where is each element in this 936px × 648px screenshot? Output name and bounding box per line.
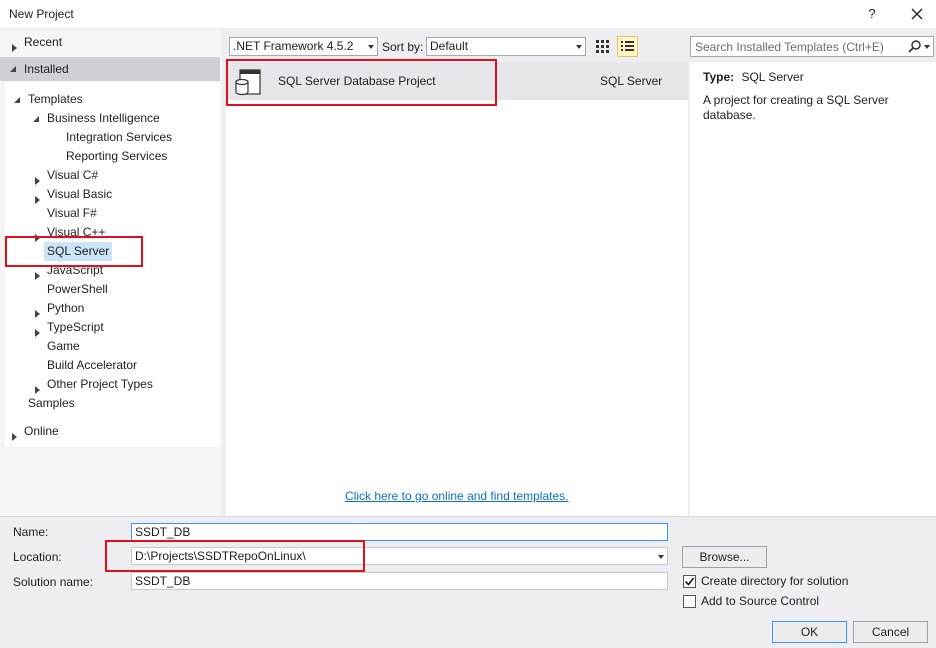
create-directory-checkbox[interactable]: [683, 575, 696, 588]
nav-item-visual-fsharp[interactable]: Visual F#: [47, 204, 97, 223]
nav-online[interactable]: Online: [0, 422, 220, 441]
close-button[interactable]: [906, 3, 928, 25]
solution-name-input[interactable]: SSDT_DB: [131, 572, 668, 590]
sort-value: Default: [430, 39, 469, 53]
add-to-source-control-label: Add to Source Control: [701, 594, 820, 608]
medium-icons-view-button[interactable]: [593, 36, 613, 56]
expand-arrow-icon[interactable]: [35, 191, 40, 210]
nav-item-build-accelerator[interactable]: Build Accelerator: [47, 356, 137, 375]
framework-dropdown[interactable]: .NET Framework 4.5.2: [229, 37, 378, 56]
nav-templates-label: Templates: [28, 92, 83, 106]
name-input[interactable]: SSDT_DB: [131, 523, 668, 541]
cancel-button[interactable]: Cancel: [853, 621, 928, 643]
template-category: SQL Server: [600, 74, 663, 88]
nav-templates[interactable]: Templates: [0, 90, 220, 109]
nav-recent[interactable]: Recent: [0, 33, 220, 52]
solution-name-label: Solution name:: [13, 575, 94, 589]
nav-item-business-intelligence[interactable]: Business Intelligence: [0, 109, 220, 128]
grid-view-icon: [596, 40, 609, 53]
checkmark-icon: [684, 577, 695, 586]
nav-installed-label: Installed: [24, 62, 69, 76]
highlight-box-sql-server: [5, 236, 143, 267]
find-templates-online-link[interactable]: Click here to go online and find templat…: [345, 489, 568, 503]
nav-item-visual-csharp[interactable]: Visual C#: [0, 166, 220, 185]
collapse-arrow-icon[interactable]: [9, 65, 17, 73]
nav-item-powershell[interactable]: PowerShell: [47, 280, 108, 299]
nav-online-label: Online: [24, 424, 59, 438]
expand-arrow-icon[interactable]: [35, 267, 40, 286]
highlight-box-template: [226, 59, 497, 106]
nav-item-label: Business Intelligence: [47, 111, 160, 125]
sort-label: Sort by:: [382, 40, 424, 54]
collapse-arrow-icon[interactable]: [32, 115, 40, 123]
window-title: New Project: [9, 7, 74, 21]
nav-recent-label: Recent: [24, 35, 63, 49]
nav-item-reporting-services[interactable]: Reporting Services: [66, 147, 167, 166]
title-bar: New Project ?: [0, 0, 936, 28]
expand-arrow-icon[interactable]: [12, 428, 17, 447]
type-label: Type:: [703, 70, 735, 84]
chevron-down-icon: [368, 45, 374, 49]
nav-item-game[interactable]: Game: [47, 337, 80, 356]
chevron-down-icon: [576, 45, 582, 49]
nav-installed[interactable]: Installed: [0, 57, 220, 81]
expand-arrow-icon[interactable]: [35, 324, 40, 343]
nav-item-typescript[interactable]: TypeScript: [0, 318, 220, 337]
location-label: Location:: [13, 550, 62, 564]
small-icons-view-button[interactable]: [617, 36, 638, 57]
search-templates-field[interactable]: Search Installed Templates (Ctrl+E): [690, 36, 934, 57]
template-navigation: Recent Installed Templates Business Inte…: [0, 30, 222, 516]
close-icon: [911, 8, 923, 20]
chevron-down-icon[interactable]: [924, 45, 930, 49]
expand-arrow-icon[interactable]: [12, 39, 17, 58]
framework-value: .NET Framework 4.5.2: [233, 39, 354, 53]
create-directory-label: Create directory for solution: [701, 574, 849, 588]
browse-button[interactable]: Browse...: [682, 546, 767, 568]
search-placeholder: Search Installed Templates (Ctrl+E): [695, 40, 884, 54]
help-button[interactable]: ?: [862, 4, 882, 24]
template-type: Type: SQL Server: [703, 70, 804, 84]
nav-item-label: Other Project Types: [47, 377, 153, 391]
nav-item-label: Visual C#: [47, 168, 99, 182]
highlight-box-location: [105, 540, 365, 572]
search-icon[interactable]: [907, 39, 923, 55]
name-label: Name:: [13, 525, 49, 539]
nav-item-label: TypeScript: [47, 320, 104, 334]
nav-item-visual-basic[interactable]: Visual Basic: [0, 185, 220, 204]
nav-item-label: Python: [47, 301, 85, 315]
template-description: A project for creating a SQL Server data…: [703, 93, 889, 122]
chevron-down-icon[interactable]: [658, 555, 664, 559]
nav-item-other-project-types[interactable]: Other Project Types: [0, 375, 220, 394]
nav-item-python[interactable]: Python: [0, 299, 220, 318]
sort-dropdown[interactable]: Default: [426, 37, 586, 56]
collapse-arrow-icon[interactable]: [13, 96, 21, 104]
nav-item-integration-services[interactable]: Integration Services: [66, 128, 172, 147]
nav-samples[interactable]: Samples: [28, 394, 75, 413]
list-view-icon: [621, 41, 634, 51]
ok-button[interactable]: OK: [772, 621, 847, 643]
add-to-source-control-checkbox[interactable]: [683, 595, 696, 608]
template-list: [226, 62, 688, 516]
type-value: SQL Server: [741, 70, 804, 84]
template-details: Type: SQL Server A project for creating …: [690, 62, 936, 516]
nav-item-label: Visual Basic: [47, 187, 113, 201]
